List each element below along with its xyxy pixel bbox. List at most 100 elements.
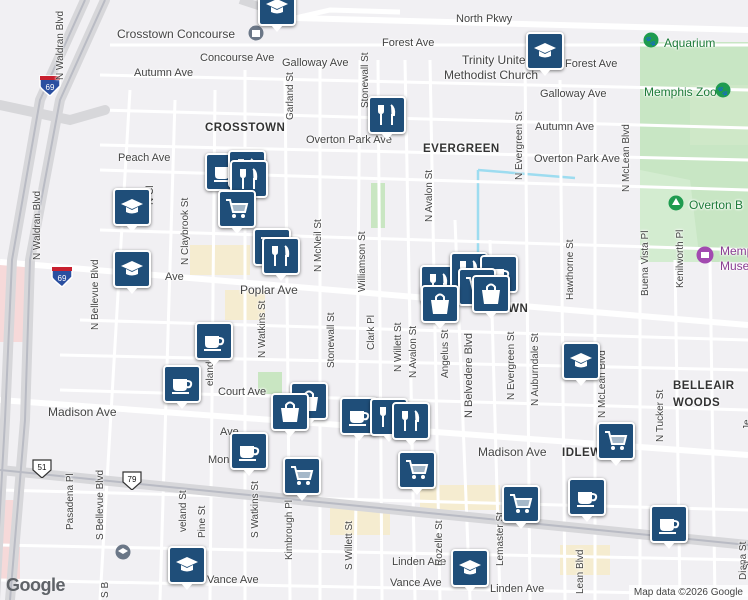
school-marker[interactable] bbox=[113, 188, 151, 232]
school-icon bbox=[119, 194, 145, 220]
street-label-poplar: Poplar Ave bbox=[240, 283, 298, 297]
cafe-marker[interactable] bbox=[163, 365, 201, 409]
poi-label-overton[interactable]: Overton B bbox=[689, 198, 743, 212]
street-label: Concourse Ave bbox=[200, 52, 275, 64]
shopping-cart-marker[interactable] bbox=[398, 451, 436, 495]
school-marker[interactable] bbox=[168, 546, 206, 590]
street-label: Kenilworth Pl bbox=[675, 229, 686, 288]
cafe-icon bbox=[346, 403, 372, 429]
svg-text:🐾: 🐾 bbox=[717, 86, 728, 97]
svg-text:69: 69 bbox=[58, 274, 67, 283]
street-label: Vance Ave bbox=[390, 577, 442, 589]
zoo-icon[interactable]: 🐾 bbox=[715, 82, 731, 98]
park-icon[interactable] bbox=[668, 195, 684, 211]
street-label: Stonewall St bbox=[326, 312, 337, 368]
school-marker[interactable] bbox=[562, 342, 600, 386]
school-icon bbox=[457, 555, 483, 581]
shopping-cart-icon bbox=[289, 463, 315, 489]
cafe-icon bbox=[236, 438, 262, 464]
street-label: Mon bbox=[208, 454, 230, 466]
street-label: Angelus St bbox=[440, 329, 451, 378]
school-icon bbox=[174, 552, 200, 578]
neighborhood-label: EVERGREEN bbox=[423, 143, 500, 155]
svg-text:79: 79 bbox=[128, 475, 137, 484]
poi-label-methodist[interactable]: Methodist Church bbox=[444, 68, 538, 82]
street-label: Rozelle St bbox=[434, 520, 445, 566]
street-label: N McNeil St bbox=[313, 219, 324, 272]
street-label: Forest Ave bbox=[565, 58, 618, 70]
svg-text:🐾: 🐾 bbox=[645, 36, 656, 47]
shopping-cart-marker[interactable] bbox=[502, 485, 540, 529]
poi-label-museum[interactable]: Memp bbox=[720, 244, 748, 258]
neighborhood-label: BELLEAIR bbox=[673, 380, 735, 392]
shopping-cart-icon bbox=[224, 196, 250, 222]
poi-label-crosstown-concourse[interactable]: Crosstown Concourse bbox=[117, 27, 235, 41]
shopping-bag-marker[interactable] bbox=[271, 393, 309, 437]
cafe-marker[interactable] bbox=[230, 432, 268, 476]
map-attribution[interactable]: Map data ©2026 Google bbox=[628, 585, 748, 600]
poi-label-museum-2[interactable]: Muse bbox=[720, 259, 748, 273]
street-label: Je bbox=[742, 419, 748, 430]
school-marker[interactable] bbox=[258, 0, 296, 32]
street-label: Pine St bbox=[197, 505, 208, 538]
school-icon bbox=[532, 38, 558, 64]
cafe-marker[interactable] bbox=[650, 505, 688, 549]
street-label: Pasadena Pl bbox=[65, 473, 76, 530]
street-label: Ave bbox=[165, 271, 184, 283]
school-small-icon[interactable] bbox=[115, 544, 131, 560]
street-label: N McLean Blvd bbox=[621, 124, 632, 192]
school-marker[interactable] bbox=[451, 549, 489, 593]
poi-label-aquarium[interactable]: Aquarium bbox=[664, 36, 715, 50]
cafe-icon bbox=[201, 328, 227, 354]
school-marker[interactable] bbox=[113, 250, 151, 294]
street-label: N Auburndale St bbox=[530, 333, 541, 406]
cafe-marker[interactable] bbox=[568, 478, 606, 522]
us-79-shield: 79 bbox=[120, 470, 144, 495]
restaurant-marker[interactable] bbox=[262, 237, 300, 281]
shopping-bag-marker[interactable] bbox=[472, 275, 510, 319]
street-label: N Watkins St bbox=[257, 300, 268, 358]
street-label: Galloway Ave bbox=[282, 57, 349, 69]
cafe-marker[interactable] bbox=[195, 322, 233, 366]
shopping-cart-marker[interactable] bbox=[218, 190, 256, 234]
street-label: Autumn Ave bbox=[535, 121, 595, 133]
cafe-icon bbox=[656, 511, 682, 537]
poi-label-memphis-zoo[interactable]: Memphis Zoo bbox=[644, 85, 717, 99]
street-label: North Pkwy bbox=[456, 13, 513, 25]
street-label: Buena Vista Pl bbox=[640, 230, 651, 296]
street-label: Garland St bbox=[285, 72, 296, 120]
shopping-bag-marker[interactable] bbox=[421, 285, 459, 329]
street-label: Court Ave bbox=[218, 386, 267, 398]
street-label: N Willett St bbox=[393, 322, 404, 372]
street-label: Kimbrough Pl bbox=[284, 499, 295, 560]
street-label: S Watkins St bbox=[250, 481, 261, 538]
google-logo[interactable]: Google bbox=[6, 575, 66, 596]
street-label-madison: Madison Ave bbox=[48, 405, 117, 419]
street-label: Williamson St bbox=[357, 231, 368, 292]
shopping-bag-icon bbox=[478, 281, 504, 307]
shopping-cart-marker[interactable] bbox=[597, 422, 635, 466]
restaurant-marker[interactable] bbox=[392, 402, 430, 446]
school-marker[interactable] bbox=[526, 32, 564, 76]
map-base-layer bbox=[0, 0, 748, 600]
street-label: Overton Park Ave bbox=[306, 134, 393, 146]
shopping-cart-marker[interactable] bbox=[283, 457, 321, 501]
neighborhood-label: WOODS bbox=[673, 397, 721, 409]
map-canvas[interactable]: 69 69 51 79 CROSSTOWN EVERGREEN BELLEAIR… bbox=[0, 0, 748, 600]
shopping-cart-icon bbox=[508, 491, 534, 517]
street-label: Autumn Ave bbox=[134, 67, 194, 79]
restaurant-marker[interactable] bbox=[368, 96, 406, 140]
poi-label-trinity[interactable]: Trinity United bbox=[462, 53, 532, 67]
street-label: N Avalon St bbox=[408, 325, 419, 378]
aquarium-icon[interactable]: 🐾 bbox=[643, 32, 659, 48]
street-label: N Claybrook St bbox=[180, 197, 191, 265]
street-label: N Evergreen St bbox=[506, 331, 517, 400]
street-label: N Belvedere Blvd bbox=[463, 333, 475, 418]
cafe-icon bbox=[574, 484, 600, 510]
street-label: Lean Blvd bbox=[575, 549, 586, 594]
museum-icon[interactable] bbox=[696, 246, 714, 264]
street-label: St bbox=[742, 560, 748, 570]
street-label: veland St bbox=[178, 490, 189, 532]
landmark-icon[interactable] bbox=[248, 25, 264, 41]
street-label: N Tucker St bbox=[655, 389, 666, 442]
